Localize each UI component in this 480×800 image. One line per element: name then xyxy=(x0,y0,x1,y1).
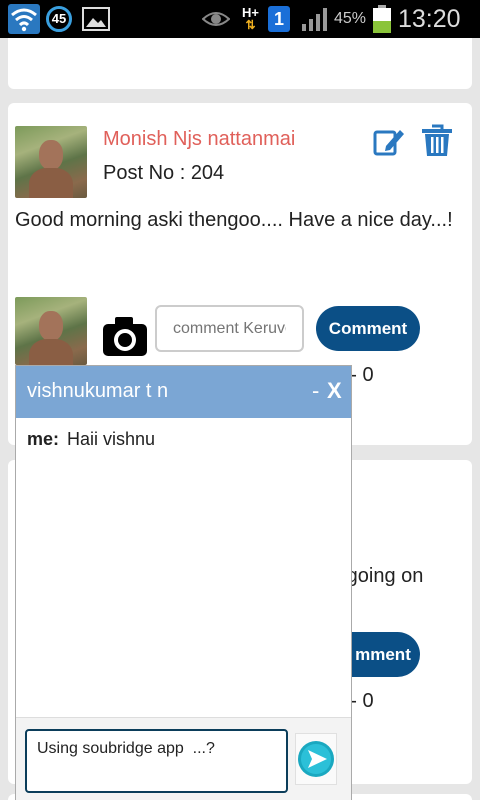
image-icon xyxy=(82,0,110,38)
author-name[interactable]: Monish Njs nattanmai xyxy=(103,128,295,151)
comment-input[interactable] xyxy=(155,305,304,352)
post-text: Good morning aski thengoo.... Have a nic… xyxy=(15,209,453,231)
eye-icon xyxy=(202,0,230,38)
battery-percent: 45% xyxy=(334,10,367,27)
wifi-icon xyxy=(8,0,40,38)
trash-icon[interactable] xyxy=(418,124,456,163)
commenter-avatar xyxy=(15,297,87,365)
chat-message-sender: me: xyxy=(27,429,60,449)
chat-message: me: Haii vishnu xyxy=(27,429,155,450)
battery-icon xyxy=(372,0,392,38)
chat-header: vishnukumar t n - X xyxy=(16,366,351,418)
signal-icon xyxy=(300,0,330,38)
previous-post-card xyxy=(8,38,472,89)
chat-message-text: Haii vishnu xyxy=(67,429,156,449)
chat-minimize-button[interactable]: - xyxy=(312,378,319,404)
edit-icon[interactable] xyxy=(372,124,406,163)
send-icon xyxy=(298,741,334,777)
sim-indicator: 1 xyxy=(268,0,290,38)
chat-close-button[interactable]: X xyxy=(327,378,342,404)
camera-icon[interactable] xyxy=(102,315,148,362)
comment-button[interactable]: Comment xyxy=(316,306,420,351)
chat-input-area: Using soubridge app ...? xyxy=(16,717,351,800)
notification-count: 45 xyxy=(46,6,72,32)
notification-badge-icon: 45 xyxy=(46,0,72,38)
network-icon: H+ ⇅ xyxy=(242,5,259,32)
chat-window: vishnukumar t n - X me: Haii vishnu Using… xyxy=(15,365,352,800)
status-bar: 45 H+ ⇅ 1 45% 13:20 xyxy=(0,0,480,38)
post-number: Post No : 204 xyxy=(103,162,225,184)
clock: 13:20 xyxy=(398,4,461,33)
author-avatar[interactable] xyxy=(15,126,87,198)
send-button[interactable] xyxy=(295,733,337,785)
chat-contact-name: vishnukumar t n xyxy=(27,380,169,402)
chat-message-input[interactable]: Using soubridge app ...? xyxy=(25,729,288,793)
